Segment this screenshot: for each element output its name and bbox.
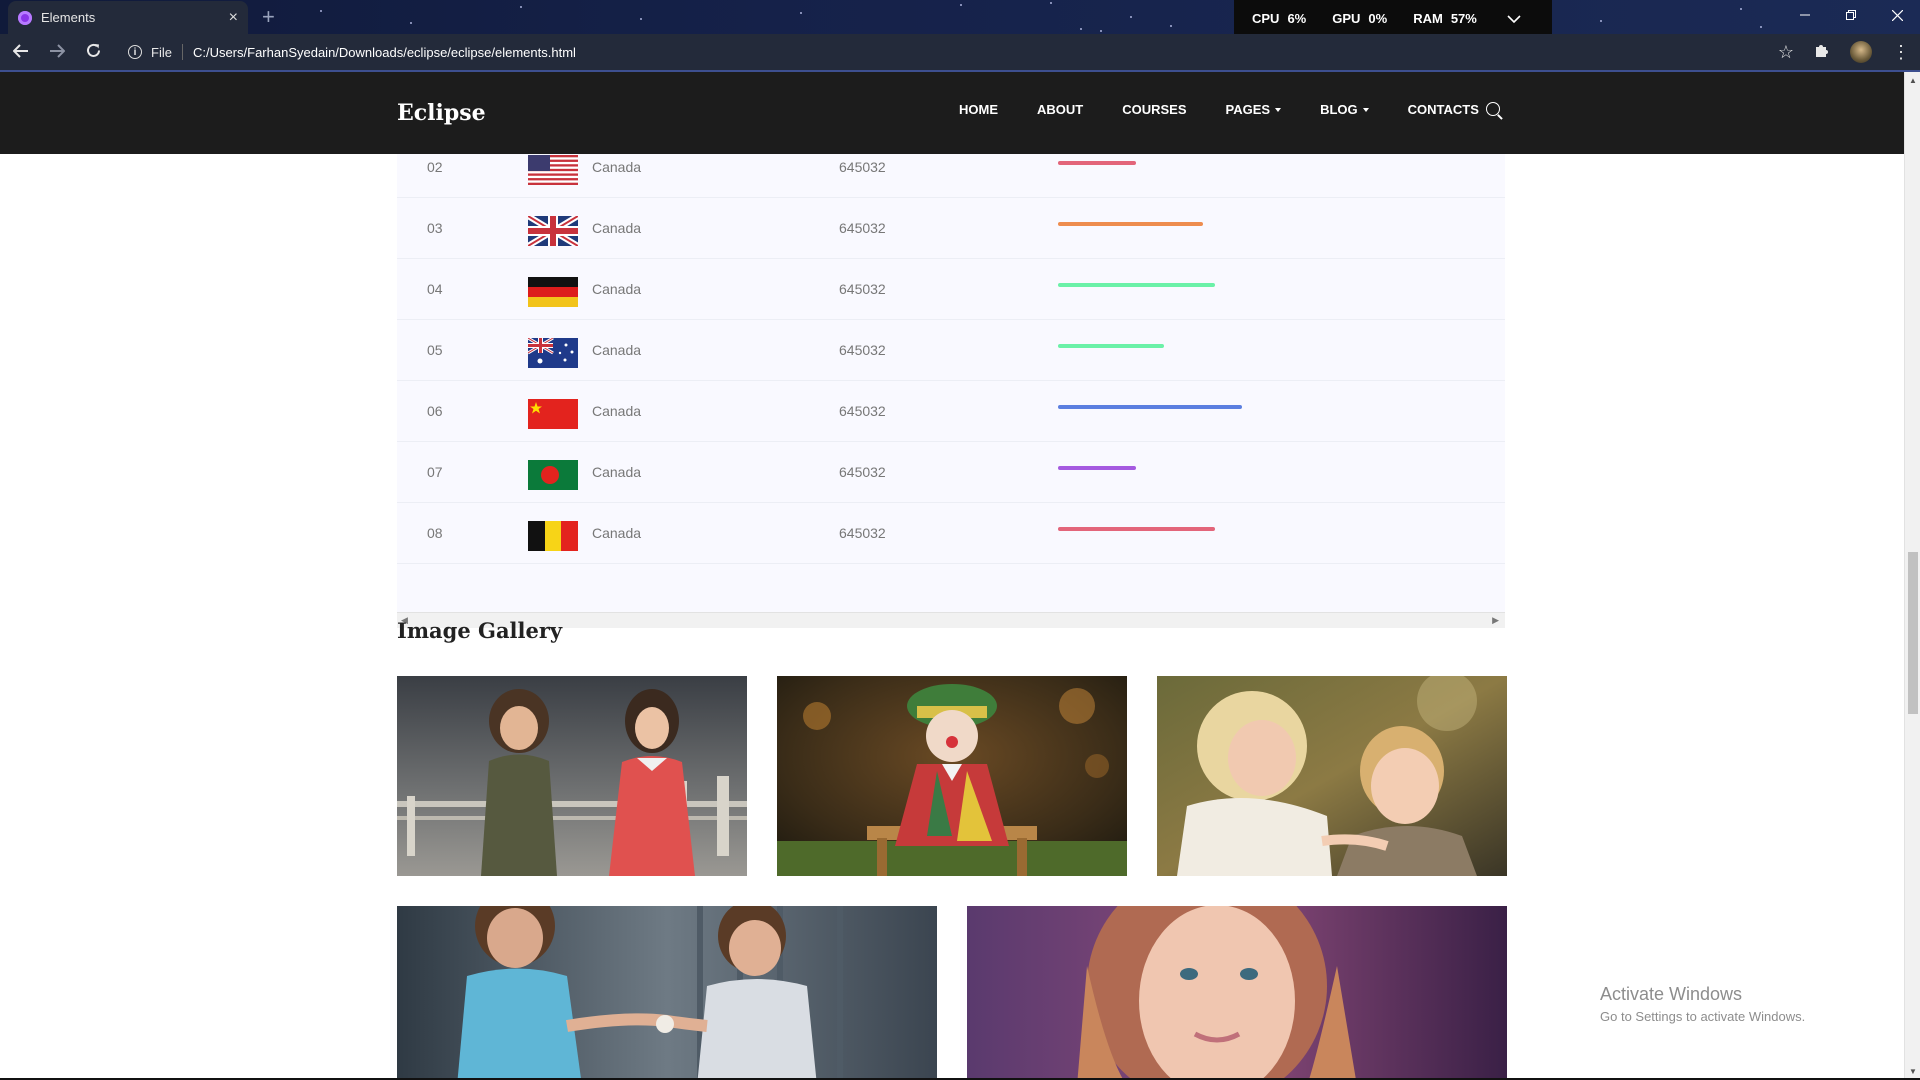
performance-monitor[interactable]: CPU 6% GPU 0% RAM 57% xyxy=(1234,0,1552,37)
forward-arrow-icon[interactable] xyxy=(42,42,72,63)
site-logo[interactable]: Eclipse xyxy=(397,100,486,126)
row-country: Canada xyxy=(592,342,642,358)
new-tab-button[interactable]: + xyxy=(262,4,275,30)
scrollbar-thumb[interactable] xyxy=(1908,552,1918,714)
row-country: Canada xyxy=(592,281,642,297)
page-favicon-icon xyxy=(18,10,32,25)
table-row: 06 Canada 645032 xyxy=(397,381,1505,442)
nav-contacts[interactable]: CONTACTS xyxy=(1408,102,1479,117)
row-serial: 06 xyxy=(427,403,443,419)
australia-flag xyxy=(528,338,578,368)
children-holding-hands-photo xyxy=(397,906,937,1080)
table-row: 08 Canada 645032 xyxy=(397,503,1505,564)
main-navigation: HOME ABOUT COURSES PAGES BLOG CONTACTS xyxy=(959,102,1518,117)
gallery-image-clown-doll[interactable] xyxy=(777,676,1127,876)
row-percentage-bar xyxy=(1058,222,1203,226)
clown-doll-photo xyxy=(777,676,1127,876)
profile-avatar[interactable] xyxy=(1850,41,1872,63)
page-viewport: Eclipse HOME ABOUT COURSES PAGES BLOG CO… xyxy=(0,72,1904,1080)
table-row: 04 Canada 645032 xyxy=(397,259,1505,320)
row-percentage-bar xyxy=(1058,161,1136,165)
gallery-image-children-holding-hands[interactable] xyxy=(397,906,937,1080)
tab-close-icon[interactable]: × xyxy=(229,9,238,27)
row-visit: 645032 xyxy=(839,403,886,419)
belgium-flag xyxy=(528,521,578,551)
row-percentage-bar xyxy=(1058,527,1215,531)
file-scheme-label: File xyxy=(151,44,172,60)
nav-pages[interactable]: PAGES xyxy=(1226,102,1282,117)
browser-toolbar: i File C:/Users/FarhanSyedain/Downloads/… xyxy=(0,34,1920,70)
smiling-girl-photo xyxy=(967,906,1507,1080)
close-window-icon[interactable] xyxy=(1874,0,1920,30)
row-country: Canada xyxy=(592,464,642,480)
cpu-readout: CPU 6% xyxy=(1252,11,1307,26)
row-serial: 04 xyxy=(427,281,443,297)
two-kids-photo xyxy=(397,676,747,876)
row-serial: 03 xyxy=(427,220,443,236)
table-row: 03 Canada 645032 xyxy=(397,198,1505,259)
progress-table: 02 Canada 645032 03 Canada 645032 04 Canada 6450… xyxy=(397,154,1505,612)
windows-activation-watermark: Activate Windows Go to Settings to activ… xyxy=(1600,984,1805,1024)
address-divider xyxy=(181,44,183,60)
bookmark-star-icon[interactable]: ☆ xyxy=(1778,42,1794,63)
row-country: Canada xyxy=(592,403,642,419)
row-visit: 645032 xyxy=(839,464,886,480)
address-bar[interactable]: C:/Users/FarhanSyedain/Downloads/eclipse… xyxy=(193,45,576,60)
table-row: 07 Canada 645032 xyxy=(397,442,1505,503)
uk-flag xyxy=(528,216,578,246)
bangladesh-flag xyxy=(528,460,578,490)
caret-down-icon xyxy=(1362,107,1369,112)
gallery-image-two-kids[interactable] xyxy=(397,676,747,876)
row-country: Canada xyxy=(592,220,642,236)
gallery-image-smiling-girl[interactable] xyxy=(967,906,1507,1080)
row-country: Canada xyxy=(592,525,642,541)
browser-tab-strip: Elements × + CPU 6% GPU 0% RAM 57% xyxy=(0,0,1920,37)
window-controls xyxy=(1782,0,1920,30)
reload-icon[interactable] xyxy=(78,42,108,63)
nav-home[interactable]: HOME xyxy=(959,102,998,117)
restore-icon[interactable] xyxy=(1828,0,1874,30)
scroll-down-icon[interactable]: ▼ xyxy=(1909,1067,1917,1076)
row-visit: 645032 xyxy=(839,220,886,236)
row-visit: 645032 xyxy=(839,342,886,358)
gallery-title: Image Gallery xyxy=(397,618,563,643)
girl-and-boy-photo xyxy=(1157,676,1507,876)
row-percentage-bar xyxy=(1058,466,1136,470)
chevron-down-icon[interactable] xyxy=(1507,11,1521,27)
row-serial: 05 xyxy=(427,342,443,358)
search-icon[interactable] xyxy=(1486,102,1500,116)
tab-elements[interactable]: Elements × xyxy=(8,1,248,34)
browser-menu-icon[interactable]: ⋮ xyxy=(1892,42,1910,63)
gallery-image-girl-and-boy[interactable] xyxy=(1157,676,1507,876)
site-info-icon[interactable]: i xyxy=(128,45,142,59)
page-vertical-scrollbar[interactable]: ▲ ▼ xyxy=(1904,72,1920,1080)
gpu-readout: GPU 0% xyxy=(1332,11,1388,26)
table-horizontal-scrollbar[interactable]: ◀ ▶ xyxy=(397,612,1505,628)
nav-blog[interactable]: BLOG xyxy=(1320,102,1369,117)
china-flag xyxy=(528,399,578,429)
watermark-title: Activate Windows xyxy=(1600,984,1743,1004)
germany-flag xyxy=(528,277,578,307)
tab-title: Elements xyxy=(41,10,96,25)
row-percentage-bar xyxy=(1058,405,1242,409)
caret-down-icon xyxy=(1275,107,1282,112)
row-serial: 07 xyxy=(427,464,443,480)
scroll-right-icon[interactable]: ▶ xyxy=(1492,615,1499,626)
extensions-puzzle-icon[interactable] xyxy=(1814,42,1830,63)
row-percentage-bar xyxy=(1058,344,1164,348)
nav-about[interactable]: ABOUT xyxy=(1037,102,1083,117)
watermark-subtitle: Go to Settings to activate Windows. xyxy=(1600,1009,1806,1024)
back-arrow-icon[interactable] xyxy=(6,42,36,63)
nav-courses[interactable]: COURSES xyxy=(1122,102,1186,117)
row-visit: 645032 xyxy=(839,525,886,541)
ram-readout: RAM 57% xyxy=(1413,11,1477,26)
row-percentage-bar xyxy=(1058,283,1215,287)
minimize-icon[interactable] xyxy=(1782,0,1828,30)
table-row: 05 Canada 645032 xyxy=(397,320,1505,381)
row-serial: 08 xyxy=(427,525,443,541)
usa-flag xyxy=(528,155,578,185)
site-header: Eclipse HOME ABOUT COURSES PAGES BLOG CO… xyxy=(0,72,1904,154)
row-visit: 645032 xyxy=(839,281,886,297)
scroll-up-icon[interactable]: ▲ xyxy=(1909,76,1917,85)
